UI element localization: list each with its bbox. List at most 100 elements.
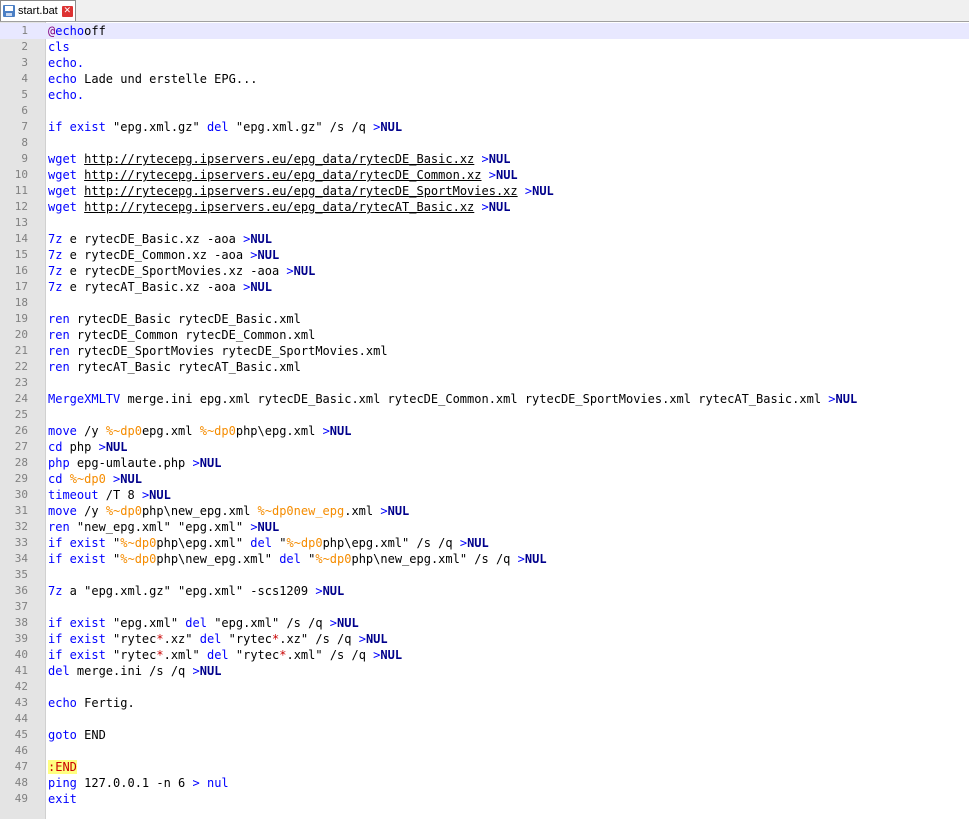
code-line[interactable]: 45 goto END bbox=[0, 727, 969, 743]
line-number: 12 bbox=[14, 200, 28, 213]
code-line[interactable]: 25 bbox=[0, 407, 969, 423]
code-line[interactable]: 2 cls bbox=[0, 39, 969, 55]
code-line[interactable]: 32 ren "new_epg.xml" "epg.xml" >NUL bbox=[0, 519, 969, 535]
code-token: > bbox=[524, 184, 533, 198]
code-line[interactable]: 37 bbox=[0, 599, 969, 615]
code-token: ping bbox=[48, 776, 77, 790]
tab-start-bat[interactable]: start.bat ✕ bbox=[0, 0, 76, 21]
code-token: NUL bbox=[329, 424, 352, 438]
code-text: del merge.ini /s /q >NUL bbox=[48, 663, 221, 679]
code-line[interactable]: 24 MergeXMLTV merge.ini epg.xml rytecDE_B… bbox=[0, 391, 969, 407]
tab-bar: start.bat ✕ bbox=[0, 0, 969, 22]
line-number: 14 bbox=[14, 232, 28, 245]
code-line[interactable]: 38 if exist "epg.xml" del "epg.xml" /s /q… bbox=[0, 615, 969, 631]
code-token: NUL bbox=[835, 392, 858, 406]
code-editor[interactable]: 1 @echooff 2 cls 3 echo. 4 echo Lade und erstel… bbox=[0, 22, 969, 819]
code-line[interactable]: 46 bbox=[0, 743, 969, 759]
code-token: del bbox=[206, 120, 229, 134]
code-line[interactable]: 41 del merge.ini /s /q >NUL bbox=[0, 663, 969, 679]
code-line[interactable]: 49 exit bbox=[0, 791, 969, 807]
code-token: NUL bbox=[532, 184, 554, 198]
code-line[interactable]: 10 wget http://rytecepg.ipservers.eu/epg_… bbox=[0, 167, 969, 183]
code-line[interactable]: 20 ren rytecDE_Common rytecDE_Common.xml bbox=[0, 327, 969, 343]
code-text: cd %~dp0 >NUL bbox=[48, 471, 142, 487]
code-text: move /y %~dp0php\new_epg.xml %~dp0new_ep… bbox=[48, 503, 409, 519]
code-line[interactable]: 13 bbox=[0, 215, 969, 231]
code-line[interactable]: 26 move /y %~dp0epg.xml %~dp0php\epg.xml … bbox=[0, 423, 969, 439]
code-text: ren rytecDE_SportMovies rytecDE_SportMov… bbox=[48, 343, 388, 359]
line-number: 27 bbox=[14, 440, 28, 453]
code-text: MergeXMLTV merge.ini epg.xml rytecDE_Bas… bbox=[48, 391, 857, 407]
code-line[interactable]: 33 if exist "%~dp0php\epg.xml" del "%~dp0… bbox=[0, 535, 969, 551]
code-token: .xz" bbox=[163, 632, 200, 646]
code-line[interactable]: 42 bbox=[0, 679, 969, 695]
code-line[interactable]: 14 7z e rytecDE_Basic.xz -aoa >NUL bbox=[0, 231, 969, 247]
code-line[interactable]: 21 ren rytecDE_SportMovies rytecDE_SportM… bbox=[0, 343, 969, 359]
code-line[interactable]: 15 7z e rytecDE_Common.xz -aoa >NUL bbox=[0, 247, 969, 263]
code-text: wget http://rytecepg.ipservers.eu/epg_da… bbox=[48, 199, 510, 215]
code-text: if exist "%~dp0php\epg.xml" del "%~dp0ph… bbox=[48, 535, 489, 551]
code-line[interactable]: 9 wget http://rytecepg.ipservers.eu/epg_d… bbox=[0, 151, 969, 167]
code-token: > bbox=[286, 264, 294, 278]
code-line[interactable]: 17 7z e rytecAT_Basic.xz -aoa >NUL bbox=[0, 279, 969, 295]
code-line[interactable]: 3 echo. bbox=[0, 55, 969, 71]
code-token: NUL bbox=[387, 504, 410, 518]
code-token: > bbox=[192, 664, 200, 678]
code-text: if exist "rytec*.xz" del "rytec*.xz" /s … bbox=[48, 631, 388, 647]
code-line[interactable]: 22 ren rytecAT_Basic rytecAT_Basic.xml bbox=[0, 359, 969, 375]
code-token: NUL bbox=[250, 232, 272, 246]
code-line[interactable]: 19 ren rytecDE_Basic rytecDE_Basic.xml bbox=[0, 311, 969, 327]
code-line[interactable]: 47:END bbox=[0, 759, 969, 775]
code-line[interactable]: 12 wget http://rytecepg.ipservers.eu/epg_… bbox=[0, 199, 969, 215]
code-line[interactable]: 35 bbox=[0, 567, 969, 583]
code-line[interactable]: 1 @echooff bbox=[0, 23, 969, 39]
code-line[interactable]: 7 if exist "epg.xml.gz" del "epg.xml.gz" … bbox=[0, 119, 969, 135]
code-token: > bbox=[380, 504, 388, 518]
code-token: if exist bbox=[48, 632, 106, 646]
code-line[interactable]: 6 bbox=[0, 103, 969, 119]
code-token: /T 8 bbox=[98, 488, 142, 502]
code-line[interactable]: 31 move /y %~dp0php\new_epg.xml %~dp0new_… bbox=[0, 503, 969, 519]
code-line[interactable]: 30 timeout /T 8 >NUL bbox=[0, 487, 969, 503]
code-line[interactable]: 5 echo. bbox=[0, 87, 969, 103]
code-token: merge.ini epg.xml rytecDE_Basic.xml ryte… bbox=[120, 392, 829, 406]
code-token: .xml" bbox=[163, 648, 207, 662]
code-line[interactable]: 4 echo Lade und erstelle EPG... bbox=[0, 71, 969, 87]
line-number: 21 bbox=[14, 344, 28, 357]
line-number: 40 bbox=[14, 648, 28, 661]
code-line[interactable]: 23 bbox=[0, 375, 969, 391]
code-line[interactable]: 28 php epg-umlaute.php >NUL bbox=[0, 455, 969, 471]
code-token: del bbox=[48, 664, 70, 678]
code-token: del bbox=[185, 616, 207, 630]
code-line[interactable]: 43 echo Fertig. bbox=[0, 695, 969, 711]
code-token: NUL bbox=[257, 248, 280, 262]
code-line[interactable]: 34 if exist "%~dp0php\new_epg.xml" del "%… bbox=[0, 551, 969, 567]
code-text: if exist "rytec*.xml" del "rytec*.xml" /… bbox=[48, 647, 402, 663]
code-token: http://rytecepg.ipservers.eu/epg_data/ry… bbox=[84, 168, 482, 182]
code-token: merge.ini /s /q bbox=[69, 664, 193, 678]
code-line[interactable]: 48 ping 127.0.0.1 -n 6 > nul bbox=[0, 775, 969, 791]
code-line[interactable]: 8 bbox=[0, 135, 969, 151]
code-line[interactable]: 29 cd %~dp0 >NUL bbox=[0, 471, 969, 487]
code-text: exit bbox=[48, 791, 77, 807]
close-icon[interactable]: ✕ bbox=[61, 5, 73, 17]
code-text: echo. bbox=[48, 55, 84, 71]
code-token: NUL bbox=[380, 120, 403, 134]
code-line[interactable]: 27 cd php >NUL bbox=[0, 439, 969, 455]
code-line[interactable]: 18 bbox=[0, 295, 969, 311]
code-line[interactable]: 44 bbox=[0, 711, 969, 727]
code-line[interactable]: 40 if exist "rytec*.xml" del "rytec*.xml"… bbox=[0, 647, 969, 663]
code-token: " bbox=[300, 552, 316, 566]
code-line[interactable]: 16 7z e rytecDE_SportMovies.xz -aoa >NUL bbox=[0, 263, 969, 279]
code-token: rytecDE_SportMovies rytecDE_SportMovies.… bbox=[69, 344, 388, 358]
code-line[interactable]: 11 wget http://rytecepg.ipservers.eu/epg_… bbox=[0, 183, 969, 199]
line-number: 36 bbox=[14, 584, 28, 597]
code-token: epg-umlaute.php bbox=[69, 456, 193, 470]
code-line[interactable]: 36 7z a "epg.xml.gz" "epg.xml" -scs1209 >… bbox=[0, 583, 969, 599]
code-token: ren bbox=[48, 360, 70, 374]
code-token: NUL bbox=[380, 648, 403, 662]
line-number: 49 bbox=[14, 792, 28, 805]
code-token: %~dp0 bbox=[105, 504, 142, 518]
code-line[interactable]: 39 if exist "rytec*.xz" del "rytec*.xz" /… bbox=[0, 631, 969, 647]
